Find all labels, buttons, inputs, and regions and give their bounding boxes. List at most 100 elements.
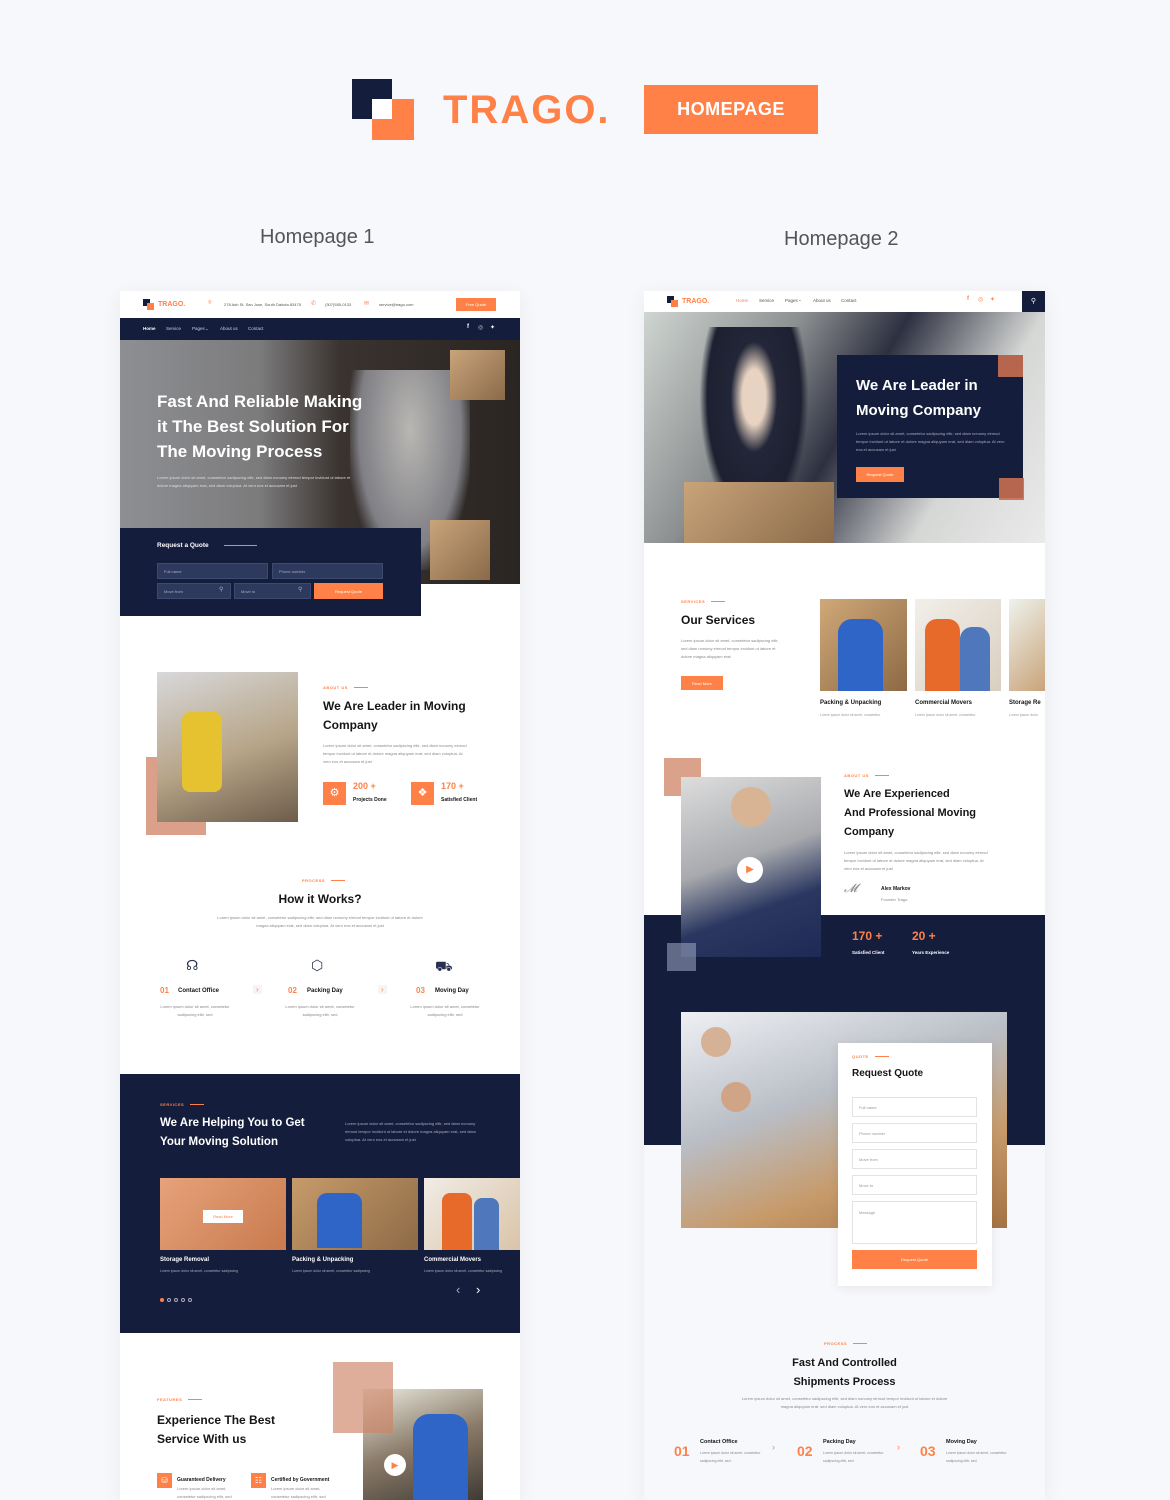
step-3-text: Lorem ipsum dolor sit amet, consetetur s… [410, 1004, 480, 1017]
step-3-text: Lorem ipsum dolor sit amet, consetetur s… [946, 1451, 1007, 1463]
hp2-hero-title: We Are Leader in Moving Company [856, 377, 982, 419]
nav-service[interactable]: Service [166, 326, 181, 331]
stat-years-value: 20 + [912, 929, 936, 943]
decor-square [998, 355, 1023, 377]
full-name-input[interactable]: Full name [157, 563, 268, 579]
twitter-icon[interactable]: ✦ [490, 324, 495, 331]
truck-icon: ⛟ [435, 958, 453, 974]
nav-pages[interactable]: Pages [785, 298, 798, 303]
move-to-input[interactable]: Move to [852, 1175, 977, 1195]
box-image [430, 520, 490, 580]
step-1-title: Contact Office [700, 1439, 738, 1445]
nav-pages[interactable]: Pages [192, 326, 205, 331]
step-1-text: Lorem ipsum dolor sit amet, consetetur s… [700, 1451, 761, 1463]
hp1-process-title: How it Works? [278, 892, 362, 906]
pagination-dot[interactable] [167, 1298, 171, 1302]
feature-2-title: Certified by Government [271, 1477, 330, 1483]
service-card-image[interactable] [1009, 599, 1045, 691]
nav-home[interactable]: Home [143, 326, 156, 331]
twitter-icon[interactable]: ✦ [990, 296, 995, 303]
pagination-dot[interactable] [188, 1298, 192, 1302]
founder-role: Founder Trago. [881, 897, 909, 902]
service-card-title: Commercial Movers [915, 700, 973, 706]
hp2-process-title: Fast And Controlled Shipments Process [792, 1357, 897, 1388]
instagram-icon[interactable]: ◎ [478, 324, 483, 331]
brand-logo-text: TRAGO. [443, 88, 611, 132]
hp1-process-label: PROCESS [302, 878, 345, 883]
nav-service[interactable]: Service [759, 298, 774, 303]
hp1-email: service@trago.com [379, 302, 414, 307]
chevron-right-icon[interactable]: › [476, 1282, 480, 1297]
hp1-logo[interactable]: TRAGO. [143, 299, 185, 310]
homepage-badge: HOMEPAGE [644, 85, 818, 134]
nav-about[interactable]: About us [813, 298, 831, 303]
hp1-free-quote-button[interactable]: Free Quote [456, 298, 496, 311]
facebook-icon[interactable]: f [467, 324, 469, 330]
chevron-left-icon[interactable]: ‹ [456, 1282, 460, 1297]
hp1-phone: (307)555-0133 [325, 302, 352, 307]
service-card-text: Lorem ipsum dolor sit amet, consetetur s… [424, 1269, 503, 1273]
worker-figure [838, 619, 883, 691]
pagination-dot[interactable] [160, 1298, 164, 1302]
homepage-2-preview: TRAGO. Home Service Pages ⌄ About us Con… [644, 291, 1045, 1500]
hp2-about-image: ▶ [681, 777, 821, 957]
nav-contact[interactable]: Contact [248, 326, 264, 331]
service-card-image[interactable] [292, 1178, 418, 1250]
read-more-button[interactable]: Read More [203, 1210, 243, 1223]
stat-clients-value: 170 + [441, 781, 464, 791]
nav-about[interactable]: About us [220, 326, 238, 331]
phone-input[interactable]: Phone number [852, 1123, 977, 1143]
play-button[interactable]: ▶ [384, 1454, 406, 1476]
pagination-dot[interactable] [174, 1298, 178, 1302]
pagination-dot[interactable] [181, 1298, 185, 1302]
hp2-about-label: ABOUT US [844, 773, 889, 778]
hp1-hero-text: Lorem ipsum dolor sit amet, consetetur s… [157, 475, 351, 488]
nav-contact[interactable]: Contact [841, 298, 857, 303]
service-card-image[interactable]: Read More [160, 1178, 286, 1250]
hp2-quote-form: QUOTE Request Quote Full name Phone numb… [838, 1043, 992, 1286]
hp2-services-label: SERVICES [681, 599, 725, 604]
service-card-text: Lorem ipsum dolor sit amet, consetetur [820, 713, 881, 717]
read-more-button[interactable]: Read More [681, 676, 723, 690]
service-card-image[interactable] [424, 1178, 520, 1250]
hp1-about-text: Lorem ipsum dolor sit amet, consetetur s… [323, 743, 467, 764]
facebook-icon[interactable]: f [967, 296, 969, 302]
hp1-services-label: SERVICES [160, 1102, 204, 1107]
move-from-input[interactable]: Move from [852, 1149, 977, 1169]
hp2-about-text: Lorem ipsum dolor sit amet, consetetur s… [844, 850, 988, 871]
hp1-about-label: ABOUT US [323, 685, 368, 690]
service-card-image[interactable] [820, 599, 907, 691]
client-icon: ❖ [411, 782, 434, 805]
nav-home[interactable]: Home [736, 298, 748, 303]
service-card-image[interactable] [915, 599, 1001, 691]
hp1-request-quote-button[interactable]: Request Quote [314, 583, 383, 599]
worker-figure [474, 1198, 499, 1250]
box-icon: ⬡ [311, 957, 324, 973]
boxes-image [684, 482, 834, 543]
search-button[interactable]: ⚲ [1022, 291, 1045, 312]
play-button[interactable]: ▶ [737, 857, 763, 883]
hp1-topbar: TRAGO. ⌾ 278 Ash St. San Jose, South Dak… [120, 291, 520, 318]
hp2-logo[interactable]: TRAGO. [667, 296, 709, 307]
service-card-text: Lorem ipsum dolor sit amet, consetetur s… [292, 1269, 371, 1273]
quote-title: Request Quote [852, 1068, 924, 1079]
stat-projects-label: Projects Done [353, 797, 387, 803]
phone-input[interactable]: Phone number [272, 563, 383, 579]
step-2-title: Packing Day [823, 1439, 856, 1445]
hp1-process-text: Lorem ipsum dolor sit amet, consetetur s… [217, 915, 423, 928]
feature-1-title: Guaranteed Delivery [177, 1477, 226, 1483]
location-icon: ⌾ [208, 300, 212, 306]
hp2-process-text: Lorem ipsum dolor sit amet, consetetur s… [741, 1396, 948, 1409]
hp2-request-quote-button[interactable]: Request Quote [856, 467, 904, 482]
chevron-down-icon: ⌄ [205, 326, 209, 331]
hp1-services-title: We Are Helping You to Get Your Moving Sol… [160, 1117, 305, 1148]
full-name-input[interactable]: Full name [852, 1097, 977, 1117]
stat-projects-value: 200 + [353, 781, 376, 791]
message-textarea[interactable]: Message [852, 1201, 977, 1244]
hp2-request-quote-submit[interactable]: Request Quote [852, 1250, 977, 1269]
divider [224, 545, 257, 546]
hp2-about-title: We Are Experienced And Professional Movin… [844, 788, 977, 838]
chevron-down-icon: ⌄ [798, 297, 802, 302]
hp2-navbar: TRAGO. Home Service Pages ⌄ About us Con… [644, 291, 1045, 312]
instagram-icon[interactable]: ◎ [978, 296, 983, 303]
